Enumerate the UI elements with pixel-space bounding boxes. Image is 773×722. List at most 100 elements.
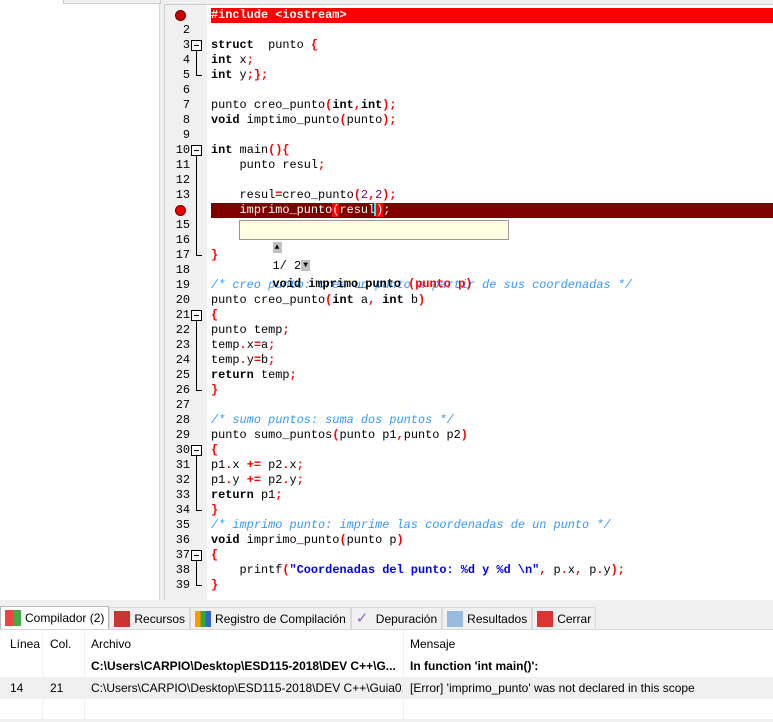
code-line[interactable]: 2 xyxy=(165,23,773,38)
code-line[interactable]: 25 return temp; xyxy=(165,368,773,383)
table-row[interactable]: 14 21 C:\Users\CARPIO\Desktop\ESD115-2018\… xyxy=(0,677,773,699)
fold-toggle-icon[interactable] xyxy=(191,40,202,51)
code-token: imptimo_punto xyxy=(239,113,340,127)
table-row[interactable]: C:\Users\CARPIO\Desktop\ESD115-2018\DEV … xyxy=(0,655,773,677)
code-text: int y;}; xyxy=(211,68,773,83)
code-token: struct xyxy=(211,38,254,52)
code-token: p1 xyxy=(253,488,276,502)
line-number: 8 xyxy=(182,113,190,127)
code-line[interactable]: 39} xyxy=(165,578,773,593)
fold-end xyxy=(196,585,202,586)
tab-label: Resultados xyxy=(467,611,528,626)
signature-tooltip: ▲ 1/ 2 ▼ void imprimo_punto (punto p) xyxy=(239,220,509,291)
code-line[interactable]: 30 { xyxy=(165,443,773,458)
code-token: . xyxy=(239,338,247,352)
code-line[interactable]: 33 return p1; xyxy=(165,488,773,503)
fold-toggle-icon[interactable] xyxy=(191,445,202,456)
code-line[interactable]: 13 resul=creo_punto(2,2); xyxy=(165,188,773,203)
code-text: { xyxy=(211,308,773,323)
tab-registro[interactable]: Registro de Compilación xyxy=(190,607,351,629)
code-line[interactable]: 32 p1.y += p2.y; xyxy=(165,473,773,488)
cell-col: 21 xyxy=(50,681,64,695)
code-token: ); xyxy=(610,563,625,577)
fold-line xyxy=(196,321,197,390)
code-line[interactable]: 34} xyxy=(165,503,773,518)
code-token: resul xyxy=(211,188,276,202)
line-number: 30 xyxy=(175,443,190,457)
fold-end xyxy=(196,390,202,391)
code-token: . xyxy=(282,458,290,472)
code-line[interactable]: imprimo_punto(resul); xyxy=(165,203,773,218)
code-line[interactable]: 7 punto creo_punto(int,int); xyxy=(165,98,773,113)
code-line[interactable]: 5 int y;}; xyxy=(165,68,773,83)
code-line[interactable]: 27 xyxy=(165,398,773,413)
code-line[interactable]: 38 printf("Coordenadas del punto: %d y %… xyxy=(165,563,773,578)
header-col[interactable]: Col. xyxy=(43,633,71,655)
code-token: ; xyxy=(383,203,391,217)
header-message[interactable]: Mensaje xyxy=(403,633,455,655)
compiler-grid-icon xyxy=(5,610,21,626)
tab-resultados[interactable]: Resultados xyxy=(442,607,533,629)
code-line[interactable]: 3 struct punto { xyxy=(165,38,773,53)
header-file[interactable]: Archivo xyxy=(84,633,131,655)
code-line[interactable]: 6 xyxy=(165,83,773,98)
line-number: 17 xyxy=(175,248,190,262)
tab-recursos[interactable]: Recursos xyxy=(109,607,191,629)
code-line[interactable]: 22 punto temp; xyxy=(165,323,773,338)
line-number: 25 xyxy=(175,368,190,382)
code-line[interactable]: 35 /* imprimo punto: imprime las coordena… xyxy=(165,518,773,533)
line-number: 12 xyxy=(175,173,190,187)
code-line[interactable]: 11 punto resul; xyxy=(165,158,773,173)
code-line[interactable]: 37 { xyxy=(165,548,773,563)
code-token: punto xyxy=(346,113,383,127)
code-line[interactable]: 31 p1.x += p2.x; xyxy=(165,458,773,473)
code-line[interactable]: 28 /* sumo puntos: suma dos puntos */ xyxy=(165,413,773,428)
code-line[interactable]: 9 xyxy=(165,128,773,143)
code-token: int xyxy=(211,68,233,82)
next-overload-icon[interactable]: ▼ xyxy=(301,260,311,272)
code-editor[interactable]: #include <iostream> 2 3 struct punto {4 int … xyxy=(164,4,773,600)
fold-toggle-icon[interactable] xyxy=(191,550,202,561)
panel-tab[interactable] xyxy=(63,0,161,4)
code-line[interactable]: 12 xyxy=(165,173,773,188)
tab-compilador[interactable]: Compilador (2) xyxy=(0,606,110,629)
code-token: p xyxy=(582,563,597,577)
fold-toggle-icon[interactable] xyxy=(191,145,202,156)
code-token: main xyxy=(232,143,269,157)
line-number: 2 xyxy=(182,23,190,37)
code-token: p1 xyxy=(211,458,226,472)
fold-toggle-icon[interactable] xyxy=(191,310,202,321)
code-line[interactable]: 29 punto sumo_puntos(punto p1,punto p2) xyxy=(165,428,773,443)
code-token: ; xyxy=(318,158,326,172)
tab-cerrar[interactable]: Cerrar xyxy=(532,607,597,629)
line-number: 24 xyxy=(175,353,190,367)
code-token: int xyxy=(211,143,233,157)
line-number: 38 xyxy=(175,563,190,577)
code-token: y xyxy=(603,563,611,577)
header-line[interactable]: Línea xyxy=(3,633,40,655)
code-token: ;}; xyxy=(246,68,269,82)
code-token: ) xyxy=(396,533,404,547)
code-line[interactable]: 36 void imprimo_punto(punto p) xyxy=(165,533,773,548)
tab-depuración[interactable]: ✓ Depuración xyxy=(350,607,443,629)
code-token: ; xyxy=(268,338,276,352)
code-line[interactable]: 8 void imptimo_punto(punto); xyxy=(165,113,773,128)
code-token: creo_punto xyxy=(282,188,354,202)
code-token: . xyxy=(596,563,604,577)
code-line[interactable]: 4 int x; xyxy=(165,53,773,68)
code-line[interactable]: 26} xyxy=(165,383,773,398)
code-line[interactable]: #include <iostream> xyxy=(165,8,773,23)
line-number: 37 xyxy=(175,548,190,562)
code-token: punto creo_punto xyxy=(211,98,326,112)
code-token: temp xyxy=(253,368,290,382)
code-line[interactable]: 23 temp.x=a; xyxy=(165,338,773,353)
code-line[interactable]: 24 temp.y=b; xyxy=(165,353,773,368)
line-number: 13 xyxy=(175,188,190,202)
code-line[interactable]: 10 int main(){ xyxy=(165,143,773,158)
code-text: punto resul; xyxy=(211,158,773,173)
code-token: punto p2 xyxy=(403,428,461,442)
fold-line xyxy=(196,156,197,255)
code-token: , xyxy=(353,98,361,112)
prev-overload-icon[interactable]: ▲ xyxy=(272,242,282,254)
code-token: ( xyxy=(339,533,347,547)
